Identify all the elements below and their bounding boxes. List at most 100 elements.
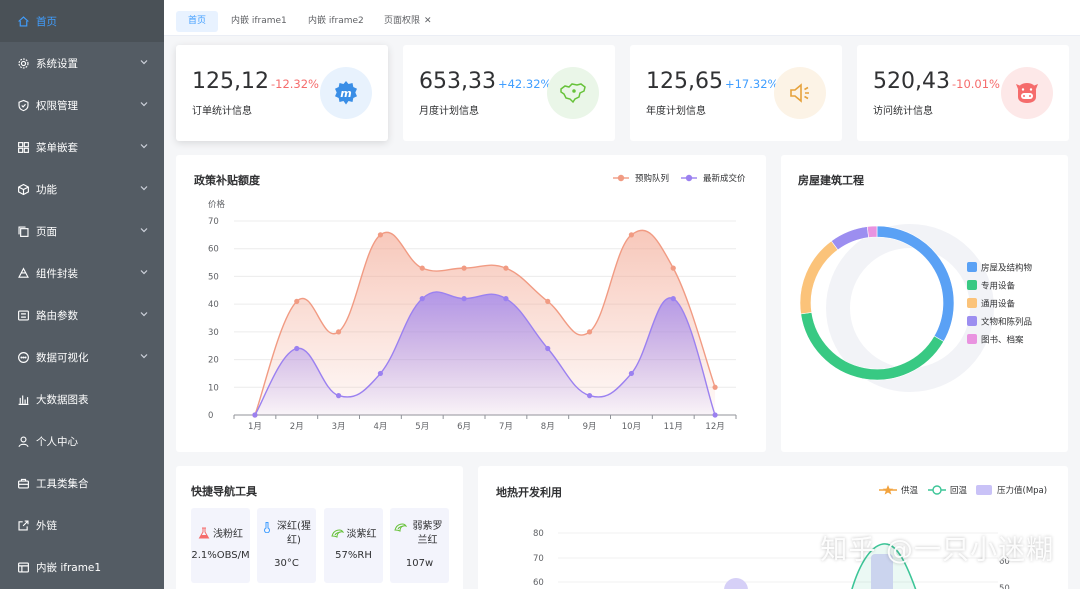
data-point[interactable]: [294, 346, 299, 351]
sidebar-item-label: 数据可视化: [36, 350, 89, 365]
data-point[interactable]: [503, 266, 508, 271]
legend-label[interactable]: 文物和陈列品: [981, 317, 1032, 328]
data-point[interactable]: [545, 299, 550, 304]
user-icon: [16, 434, 30, 448]
quick-nav-item[interactable]: 弱紫罗兰红 107w: [390, 508, 449, 583]
data-point[interactable]: [503, 296, 508, 301]
quick-nav-item[interactable]: 深红(猩红) 30°C: [257, 508, 316, 583]
data-point[interactable]: [712, 385, 717, 390]
pressure-bar[interactable]: [724, 578, 748, 589]
chevron-down-icon: [140, 99, 148, 111]
tab[interactable]: 首页: [176, 11, 218, 32]
sidebar-item-label: 功能: [36, 182, 57, 197]
stat-card: 125,12-12.32% 订单统计信息 m: [176, 45, 388, 141]
quick-nav-item[interactable]: 浅粉红 2.1%OBS/M: [191, 508, 250, 583]
data-point[interactable]: [378, 232, 383, 237]
copy-icon: [16, 224, 30, 238]
legend-label[interactable]: 最新成交价: [703, 173, 746, 184]
sidebar-item[interactable]: 首页: [0, 0, 164, 42]
data-point[interactable]: [545, 346, 550, 351]
legend-label[interactable]: 回温: [950, 485, 968, 496]
legend-marker: [686, 175, 692, 181]
data-point[interactable]: [671, 266, 676, 271]
tab-bar: 首页内嵌 iframe1 内嵌 iframe2 页面权限✕: [164, 0, 1080, 36]
data-point[interactable]: [461, 296, 466, 301]
data-point[interactable]: [336, 329, 341, 334]
sidebar-item[interactable]: 内嵌 iframe1: [0, 546, 164, 588]
data-point[interactable]: [294, 299, 299, 304]
stat-value: 520,43-10.01%: [873, 69, 1000, 94]
sidebar-item[interactable]: 路由参数: [0, 294, 164, 336]
donut-slice[interactable]: [867, 226, 877, 238]
stat-change: -10.01%: [952, 77, 1000, 91]
x-tick-label: 12月: [705, 422, 724, 432]
data-point[interactable]: [587, 329, 592, 334]
x-tick-label: 10月: [622, 422, 641, 432]
y-tick-label: 20: [208, 356, 219, 366]
badge-m-icon: m: [320, 67, 372, 119]
stat-card: 125,65+17.32% 年度计划信息: [630, 45, 842, 141]
legend-label[interactable]: 图书、档案: [981, 335, 1024, 346]
legend-label[interactable]: 供温: [901, 485, 919, 496]
chevron-down-icon: [140, 183, 148, 195]
stat-label: 订单统计信息: [192, 102, 252, 117]
data-point[interactable]: [420, 266, 425, 271]
legend-swatch: [967, 298, 977, 308]
tab[interactable]: 页面权限✕: [378, 11, 438, 32]
data-point[interactable]: [461, 266, 466, 271]
legend-label[interactable]: 预购队列: [635, 173, 669, 184]
legend-label[interactable]: 房屋及结构物: [981, 263, 1033, 274]
speaker-icon: [774, 67, 826, 119]
sidebar-item[interactable]: 功能: [0, 168, 164, 210]
data-point[interactable]: [420, 296, 425, 301]
sidebar-item[interactable]: 个人中心: [0, 420, 164, 462]
sidebar-item[interactable]: 菜单嵌套: [0, 126, 164, 168]
sidebar-item[interactable]: 页面: [0, 210, 164, 252]
stat-card: 520,43-10.01% 访问统计信息: [857, 45, 1069, 141]
subsidy-chart-card: 政策补贴额度 010203040506070价格1月2月3月4月5月6月7月8月…: [176, 155, 766, 452]
watermark: 知乎 @一只小迷糊: [820, 528, 1054, 567]
tab[interactable]: 内嵌 iframe1: [225, 11, 293, 32]
data-point[interactable]: [587, 393, 592, 398]
gear-icon: [16, 56, 30, 70]
donut-background-ring: [838, 236, 982, 380]
quick-nav-value: 107w: [390, 558, 449, 569]
y-tick-label: 50: [208, 272, 219, 282]
legend-label[interactable]: 通用设备: [981, 299, 1016, 310]
y-tick-label: 0: [208, 411, 213, 421]
sidebar-item[interactable]: 组件封装: [0, 252, 164, 294]
sidebar-item-label: 页面: [36, 224, 57, 239]
data-point[interactable]: [629, 371, 634, 376]
components-icon: [16, 266, 30, 280]
sidebar-item-label: 大数据图表: [36, 392, 89, 407]
data-point[interactable]: [629, 232, 634, 237]
quick-nav-value: 30°C: [257, 558, 316, 569]
close-icon[interactable]: ✕: [424, 16, 432, 26]
svg-text:m: m: [340, 87, 351, 100]
quick-nav-item[interactable]: 淡紫红 57%RH: [324, 508, 383, 583]
sidebar-item[interactable]: 系统设置: [0, 42, 164, 84]
data-point[interactable]: [378, 371, 383, 376]
legend-label[interactable]: 专用设备: [981, 281, 1016, 292]
sidebar-item[interactable]: 数据可视化: [0, 336, 164, 378]
sidebar-item-label: 内嵌 iframe1: [36, 560, 101, 575]
sidebar-item[interactable]: 权限管理: [0, 84, 164, 126]
sidebar-item[interactable]: 大数据图表: [0, 378, 164, 420]
tab-label: 内嵌 iframe2: [308, 16, 364, 26]
sidebar-item[interactable]: 外链: [0, 504, 164, 546]
sidebar-item[interactable]: 工具类集合: [0, 462, 164, 504]
data-point[interactable]: [671, 296, 676, 301]
x-tick-label: 6月: [457, 422, 471, 432]
quick-nav-title: 快捷导航工具: [191, 483, 257, 499]
data-point[interactable]: [336, 393, 341, 398]
data-point[interactable]: [712, 412, 717, 417]
data-point[interactable]: [252, 412, 257, 417]
legend-marker: [618, 175, 624, 181]
sidebar-item-label: 首页: [36, 14, 57, 29]
x-tick-label: 5月: [415, 422, 429, 432]
x-tick-label: 3月: [332, 422, 346, 432]
quick-nav-value: 2.1%OBS/M: [191, 550, 250, 561]
tab[interactable]: 内嵌 iframe2: [302, 11, 370, 32]
quick-nav-name: 淡紫红: [347, 528, 377, 542]
legend-label[interactable]: 压力值(Mpa): [997, 485, 1047, 496]
